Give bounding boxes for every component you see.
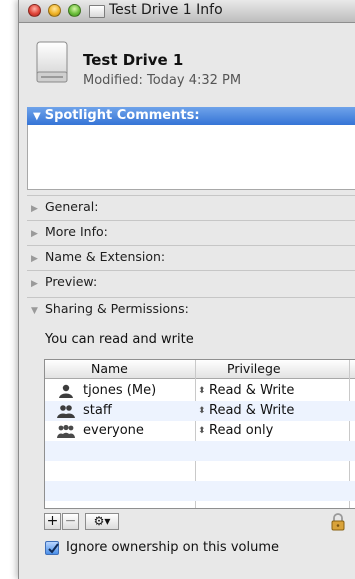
add-user-button[interactable]: +	[44, 513, 61, 530]
privilege-popup[interactable]: Read & Write	[209, 401, 294, 421]
everyone-icon	[57, 424, 75, 438]
disclosure-closed-icon: ▶	[31, 229, 38, 239]
window-title: Test Drive 1 Info	[109, 2, 223, 18]
section-more-info-label: More Info:	[45, 224, 108, 239]
single-user-icon	[59, 384, 73, 398]
group-icon	[57, 405, 75, 418]
updown-arrows-icon[interactable]: ⬍	[198, 421, 206, 441]
disclosure-closed-icon: ▶	[31, 279, 38, 289]
minimize-button[interactable]	[48, 4, 61, 17]
user-name: everyone	[83, 423, 144, 438]
section-general[interactable]: ▶ General:	[27, 195, 355, 218]
disclosure-open-icon: ▼	[31, 306, 38, 316]
modified-date: Modified: Today 4:32 PM	[83, 73, 242, 88]
action-menu-button[interactable]: ⚙▾	[85, 513, 119, 530]
disclosure-closed-icon: ▶	[31, 254, 38, 264]
table-row-empty	[45, 461, 355, 481]
section-general-label: General:	[45, 199, 99, 214]
permission-status: You can read and write	[45, 332, 194, 347]
remove-user-button[interactable]: −	[62, 513, 79, 530]
ignore-ownership-label[interactable]: Ignore ownership on this volume	[66, 540, 279, 555]
section-name-extension-label: Name & Extension:	[45, 249, 166, 264]
item-name: Test Drive 1	[83, 51, 184, 69]
disclosure-closed-icon: ▶	[31, 204, 38, 214]
section-name-extension[interactable]: ▶ Name & Extension:	[27, 245, 355, 268]
spotlight-comments-field[interactable]	[27, 125, 355, 190]
zoom-button[interactable]	[68, 4, 81, 17]
title-bar[interactable]: Test Drive 1 Info	[19, 0, 355, 23]
user-name: tjones (Me)	[83, 383, 157, 398]
column-header-name[interactable]: Name	[91, 360, 128, 378]
privilege-popup[interactable]: Read & Write	[209, 381, 294, 401]
table-header: Name Privilege	[45, 360, 355, 379]
gear-icon: ⚙▾	[93, 514, 111, 528]
table-row-empty	[45, 481, 355, 501]
section-preview[interactable]: ▶ Preview:	[27, 270, 355, 293]
section-more-info[interactable]: ▶ More Info:	[27, 220, 355, 243]
lock-icon[interactable]	[331, 513, 345, 531]
disclosure-open-icon: ▼	[33, 111, 41, 122]
info-window: Test Drive 1 Info Test Drive 1 Modified:…	[18, 0, 355, 579]
ignore-ownership-checkbox[interactable]	[45, 541, 59, 555]
privilege-popup[interactable]: Read only	[209, 421, 273, 441]
column-header-privilege[interactable]: Privilege	[227, 360, 281, 378]
updown-arrows-icon[interactable]: ⬍	[198, 381, 206, 401]
permissions-table[interactable]: Name Privilege tjones (Me) ⬍ Read & Writ…	[44, 359, 355, 509]
section-sharing-permissions[interactable]: ▼ Sharing & Permissions:	[27, 297, 355, 320]
spotlight-comments-header[interactable]: ▼ Spotlight Comments:	[27, 107, 355, 125]
section-preview-label: Preview:	[45, 274, 98, 289]
external-drive-icon	[36, 41, 68, 83]
checkmark-icon	[48, 543, 59, 554]
spotlight-comments-label: Spotlight Comments:	[44, 108, 200, 123]
table-row[interactable]: tjones (Me) ⬍ Read & Write	[45, 381, 355, 401]
table-row[interactable]: staff ⬍ Read & Write	[45, 401, 355, 421]
close-button[interactable]	[28, 4, 41, 17]
drive-icon	[89, 5, 105, 18]
updown-arrows-icon[interactable]: ⬍	[198, 401, 206, 421]
section-sharing-label: Sharing & Permissions:	[45, 301, 189, 316]
table-row[interactable]: everyone ⬍ Read only	[45, 421, 355, 441]
table-row-empty	[45, 441, 355, 461]
user-name: staff	[83, 403, 112, 418]
